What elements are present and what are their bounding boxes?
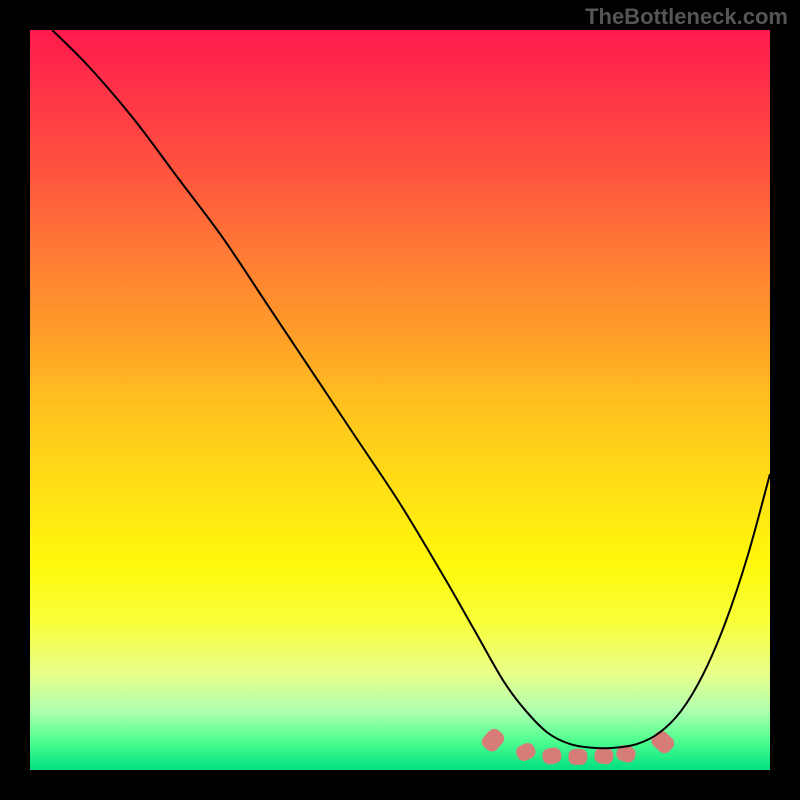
chart-curve (30, 30, 770, 770)
watermark-text: TheBottleneck.com (585, 4, 788, 30)
